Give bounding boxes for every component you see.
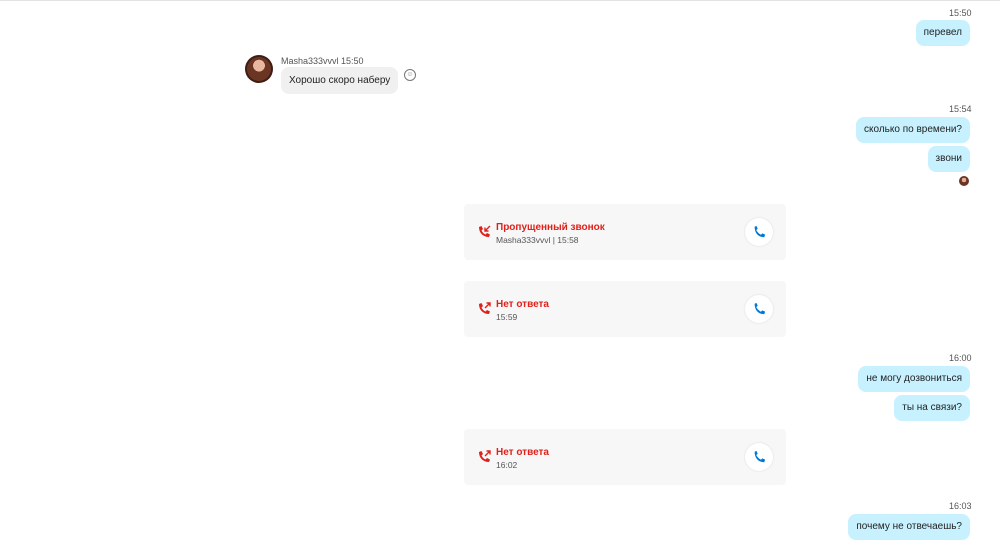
outgoing-message[interactable]: не могу дозвониться (858, 366, 970, 392)
read-receipt-avatar (959, 176, 969, 186)
call-card: Пропущенный звонок Masha333vvvl | 15:58 (464, 204, 786, 260)
phone-icon (754, 225, 766, 238)
call-card: Нет ответа 15:59 (464, 281, 786, 337)
call-card: Нет ответа 16:02 (464, 429, 786, 485)
timestamp: 16:00 (949, 353, 972, 363)
emoji-reaction-icon[interactable]: ☺ (404, 69, 416, 81)
outgoing-call-icon (479, 302, 491, 314)
call-back-button[interactable] (745, 443, 773, 471)
call-title: Пропущенный звонок (496, 222, 605, 233)
outgoing-message[interactable]: звони (927, 146, 970, 172)
sender-line: Masha333vvvl 15:50 (281, 56, 364, 66)
call-title: Нет ответа (496, 447, 549, 458)
phone-icon (754, 450, 766, 463)
call-back-button[interactable] (745, 218, 773, 246)
outgoing-message[interactable]: перевел (915, 20, 970, 46)
incoming-message[interactable]: Хорошо скоро наберу (281, 67, 399, 94)
call-subtitle: 15:59 (496, 312, 518, 322)
top-divider (0, 0, 1000, 1)
missed-call-icon (479, 225, 491, 237)
call-subtitle: 16:02 (496, 460, 518, 470)
call-title: Нет ответа (496, 299, 549, 310)
outgoing-message[interactable]: почему не отвечаешь? (848, 514, 970, 540)
call-back-button[interactable] (745, 295, 773, 323)
phone-icon (754, 302, 766, 315)
call-subtitle: Masha333vvvl | 15:58 (496, 235, 579, 245)
timestamp: 15:54 (949, 104, 972, 114)
outgoing-message[interactable]: сколько по времени? (856, 117, 970, 143)
outgoing-message[interactable]: ты на связи? (894, 395, 970, 421)
timestamp: 16:03 (949, 501, 972, 511)
avatar[interactable] (245, 55, 273, 83)
outgoing-call-icon (479, 450, 491, 462)
timestamp: 15:50 (949, 8, 972, 18)
